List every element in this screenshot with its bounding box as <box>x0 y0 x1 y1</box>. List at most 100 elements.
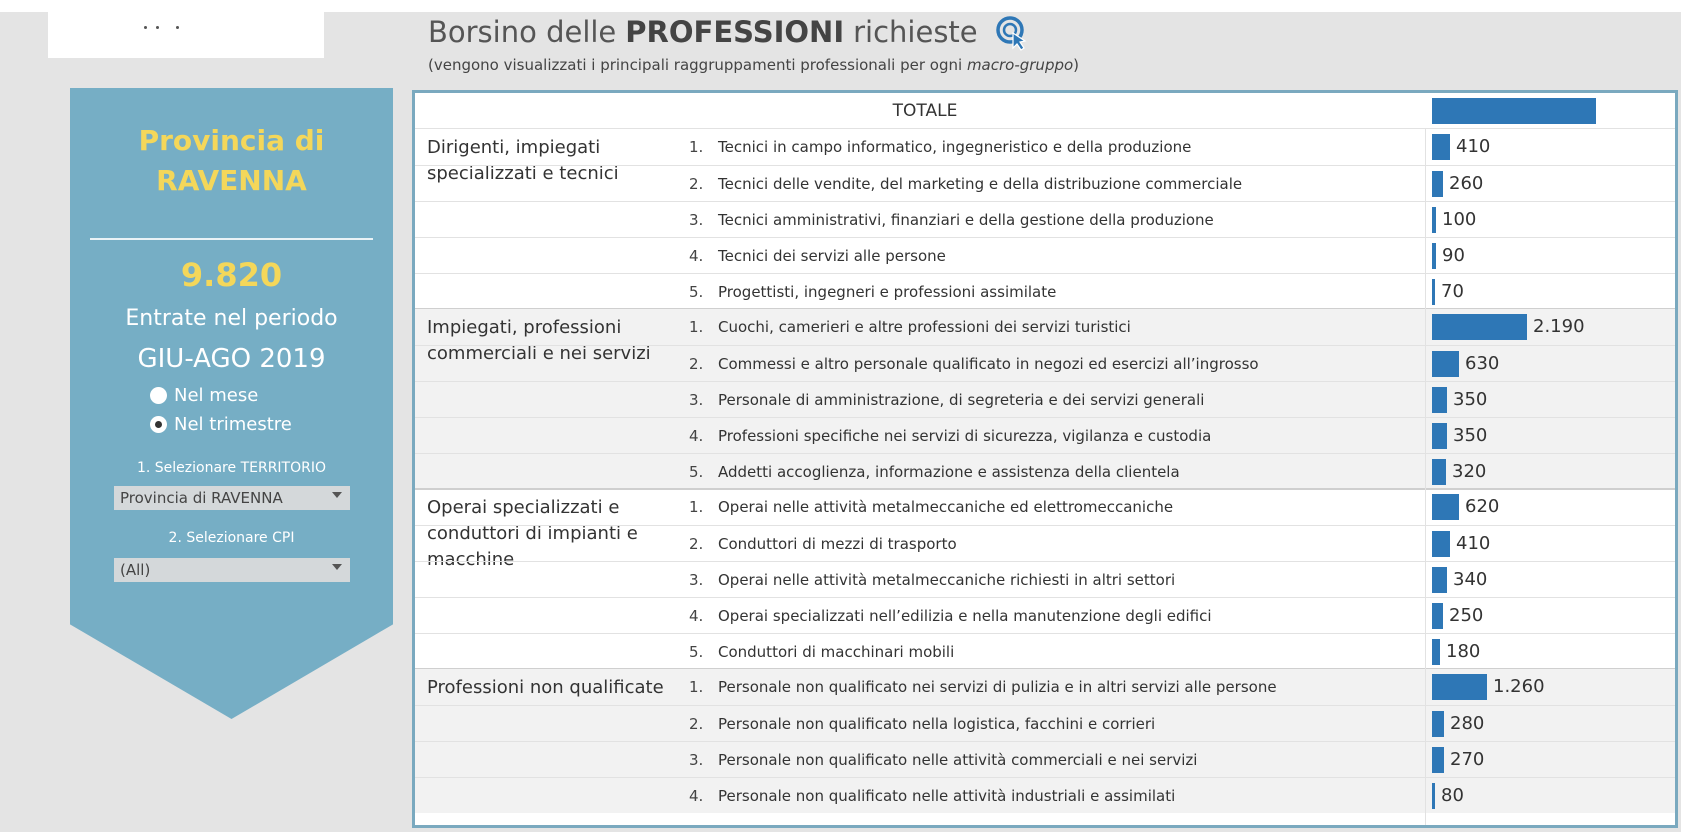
value-bar <box>1432 531 1450 557</box>
radio-month-circle[interactable] <box>150 387 167 404</box>
row-value: 350 <box>1453 425 1488 446</box>
table-row[interactable]: 2. Commessi e altro personale qualificato… <box>415 345 1675 381</box>
chevron-down-icon <box>332 492 342 498</box>
row-profession: Conduttori di macchinari mobili <box>718 643 955 661</box>
page-title: Borsino delle PROFESSIONI richieste <box>428 12 1032 52</box>
row-value: 340 <box>1453 569 1488 590</box>
value-bar <box>1432 314 1527 340</box>
chevron-down-icon <box>332 564 342 570</box>
radio-month[interactable]: Nel mese <box>150 385 258 406</box>
radio-quarter[interactable]: Nel trimestre <box>150 414 292 435</box>
row-rank: 3. <box>689 391 704 409</box>
table-row[interactable]: 1. Tecnici in campo informatico, ingegner… <box>415 129 1675 165</box>
logo-area <box>48 12 324 58</box>
table-row[interactable]: 5. Addetti accoglienza, informazione e as… <box>415 453 1675 489</box>
row-rank: 4. <box>689 247 704 265</box>
row-rank: 3. <box>689 571 704 589</box>
filter-panel: Provincia di RAVENNA 9.820 Entrate nel p… <box>70 88 393 719</box>
row-rank: 4. <box>689 607 704 625</box>
table-row[interactable]: 4. Operai specializzati nell’edilizia e n… <box>415 597 1675 633</box>
total-entries: 9.820 <box>180 256 283 294</box>
row-rank: 3. <box>689 211 704 229</box>
row-value: 100 <box>1442 209 1477 230</box>
row-value: 250 <box>1449 605 1484 626</box>
table-row[interactable]: 4. Personale non qualificato nelle attivi… <box>415 777 1675 813</box>
table-row[interactable]: 3. Operai nelle attività metalmeccaniche … <box>415 561 1675 597</box>
row-value: 410 <box>1456 533 1491 554</box>
row-rank: 1. <box>689 318 704 336</box>
table-row[interactable]: 2. Tecnici delle vendite, del marketing e… <box>415 165 1675 201</box>
value-bar <box>1432 783 1435 809</box>
value-bar <box>1432 494 1459 520</box>
value-bar <box>1432 674 1487 700</box>
header-separator <box>415 128 1675 129</box>
table-row[interactable]: 3. Personale di amministrazione, di segre… <box>415 381 1675 417</box>
table-row[interactable]: 5. Progettisti, ingegneri e professioni a… <box>415 273 1675 309</box>
title-suffix: richieste <box>853 15 978 49</box>
row-value: 70 <box>1441 281 1464 302</box>
table-row[interactable]: 1. Operai nelle attività metalmeccaniche … <box>415 489 1675 525</box>
row-profession: Addetti accoglienza, informazione e assi… <box>718 463 1180 481</box>
value-bar <box>1432 387 1447 413</box>
subtitle-text: (vengono visualizzati i principali raggr… <box>428 56 963 74</box>
row-profession: Operai nelle attività metalmeccaniche ed… <box>718 498 1174 516</box>
subtitle-close: ) <box>1073 56 1080 74</box>
row-rank: 3. <box>689 751 704 769</box>
row-profession: Conduttori di mezzi di trasporto <box>718 535 957 553</box>
row-value: 350 <box>1453 389 1488 410</box>
row-rank: 2. <box>689 715 704 733</box>
row-profession: Tecnici amministrativi, finanziari e del… <box>718 211 1214 229</box>
row-value: 270 <box>1450 749 1485 770</box>
table-row[interactable]: 1. Personale non qualificato nei servizi … <box>415 669 1675 705</box>
row-value: 410 <box>1456 136 1491 157</box>
value-bar <box>1432 279 1435 305</box>
cpi-dropdown[interactable]: (All) <box>114 558 350 582</box>
table-row[interactable]: 4. Tecnici dei servizi alle persone 90 <box>415 237 1675 273</box>
row-profession: Personale di amministrazione, di segrete… <box>718 391 1205 409</box>
table-row[interactable]: 2. Personale non qualificato nella logist… <box>415 705 1675 741</box>
row-profession: Professioni specifiche nei servizi di si… <box>718 427 1212 445</box>
row-profession: Tecnici dei servizi alle persone <box>718 247 946 265</box>
page-subtitle: (vengono visualizzati i principali raggr… <box>428 56 1079 74</box>
value-bar <box>1432 243 1436 269</box>
title-bold: PROFESSIONI <box>625 15 845 49</box>
table-row[interactable]: 5. Conduttori di macchinari mobili 180 <box>415 633 1675 669</box>
row-profession: Tecnici delle vendite, del marketing e d… <box>718 175 1243 193</box>
cpi-value: (All) <box>120 561 151 579</box>
row-value: 80 <box>1441 785 1464 806</box>
row-rank: 2. <box>689 355 704 373</box>
value-bar <box>1432 567 1447 593</box>
panel-divider <box>90 238 373 240</box>
row-rank: 2. <box>689 175 704 193</box>
value-bar <box>1432 351 1459 377</box>
value-bar <box>1432 711 1444 737</box>
row-profession: Commessi e altro personale qualificato i… <box>718 355 1259 373</box>
territorio-dropdown[interactable]: Provincia di RAVENNA <box>114 486 350 510</box>
subtitle-italic: macro-gruppo <box>966 56 1074 74</box>
table-row[interactable]: 4. Professioni specifiche nei servizi di … <box>415 417 1675 453</box>
table-row[interactable]: 1. Cuochi, camerieri e altre professioni … <box>415 309 1675 345</box>
entries-label: Entrate nel periodo <box>125 306 338 331</box>
row-profession: Personale non qualificato nelle attività… <box>718 787 1176 805</box>
search-click-icon[interactable] <box>994 13 1032 51</box>
table-row[interactable]: 3. Personale non qualificato nelle attivi… <box>415 741 1675 777</box>
value-bar <box>1432 171 1443 197</box>
territorio-value: Provincia di RAVENNA <box>120 489 283 507</box>
row-value: 320 <box>1452 461 1487 482</box>
professions-table: TOTALE Dirigenti, impiegati specializzat… <box>412 90 1678 828</box>
row-value: 1.260 <box>1493 676 1545 697</box>
radio-quarter-circle[interactable] <box>150 416 167 433</box>
territorio-select-label: 1. Selezionare TERRITORIO <box>136 460 326 476</box>
row-rank: 1. <box>689 678 704 696</box>
row-profession: Personale non qualificato nei servizi di… <box>718 678 1277 696</box>
period-label: GIU-AGO 2019 <box>137 344 326 374</box>
table-row[interactable]: 3. Tecnici amministrativi, finanziari e d… <box>415 201 1675 237</box>
row-rank: 5. <box>689 643 704 661</box>
row-profession: Operai nelle attività metalmeccaniche ri… <box>718 571 1176 589</box>
total-header: TOTALE <box>892 101 958 121</box>
value-bar <box>1432 747 1444 773</box>
row-rank: 4. <box>689 427 704 445</box>
row-value: 2.190 <box>1533 316 1585 337</box>
row-value: 280 <box>1450 713 1485 734</box>
table-row[interactable]: 2. Conduttori di mezzi di trasporto 410 <box>415 525 1675 561</box>
